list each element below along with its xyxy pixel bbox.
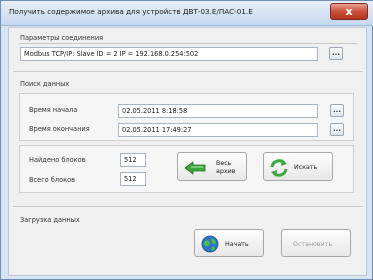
dialog-body: Параметры соединения Modbus TCP/IP: Slav… — [8, 27, 367, 276]
end-time-field[interactable]: 02.05.2011 17:49:27 — [118, 123, 318, 137]
search-group-label: Поиск данных — [20, 80, 70, 88]
close-icon: x — [345, 5, 353, 18]
start-time-field[interactable]: 02.05.2011 8:18:58 — [118, 104, 318, 118]
time-range-panel: Время начала 02.05.2011 8:18:58 ... Врем… — [19, 93, 354, 141]
green-arrows-icon — [184, 161, 206, 175]
connection-field[interactable]: Modbus TCP/IP: Slave ID = 2 IP = 192.168… — [20, 47, 318, 61]
ellipsis-icon: ... — [333, 125, 341, 133]
total-blocks-label: Всего блоков — [29, 176, 76, 184]
start-time-button[interactable]: ... — [330, 104, 344, 117]
start-download-label: Начать — [225, 241, 249, 248]
start-time-label: Время начала — [29, 106, 78, 114]
ellipsis-icon: ... — [333, 106, 341, 114]
ellipsis-icon: ... — [332, 49, 340, 57]
download-top-separator — [13, 206, 363, 207]
whole-archive-button[interactable]: Весь архив — [177, 152, 247, 181]
refresh-arrows-icon — [270, 159, 288, 177]
connection-group-label: Параметры соединения — [20, 34, 104, 42]
title-bar[interactable]: Получить содержимое архива для устройств… — [1, 1, 373, 26]
stop-download-label: Остановить — [293, 241, 333, 248]
dialog-window: Получить содержимое архива для устройств… — [0, 0, 373, 280]
search-top-separator — [13, 71, 363, 72]
window-title: Получить содержимое архива для устройств… — [9, 7, 253, 16]
end-time-label: Время окончания — [29, 125, 90, 133]
end-time-button[interactable]: ... — [330, 123, 344, 136]
connection-separator — [19, 43, 357, 44]
found-blocks-label: Найдено блоков — [29, 156, 86, 164]
blocks-panel: Найдено блоков 512 Всего блоков 512 Весь… — [19, 145, 354, 193]
found-blocks-field[interactable]: 512 — [120, 153, 146, 167]
stop-download-button[interactable]: Остановить — [281, 229, 351, 257]
start-download-button[interactable]: Начать — [194, 229, 264, 257]
whole-archive-label-line2: архив — [216, 168, 236, 175]
connection-browse-button[interactable]: ... — [329, 47, 343, 60]
download-group-label: Загрузка данных — [20, 216, 80, 224]
search-button-label: Искать — [294, 164, 318, 171]
whole-archive-label-line1: Весь — [216, 160, 232, 167]
total-blocks-field[interactable]: 512 — [120, 172, 146, 186]
search-button[interactable]: Искать — [263, 152, 333, 181]
globe-icon — [201, 235, 219, 253]
close-button[interactable]: x — [330, 3, 368, 20]
